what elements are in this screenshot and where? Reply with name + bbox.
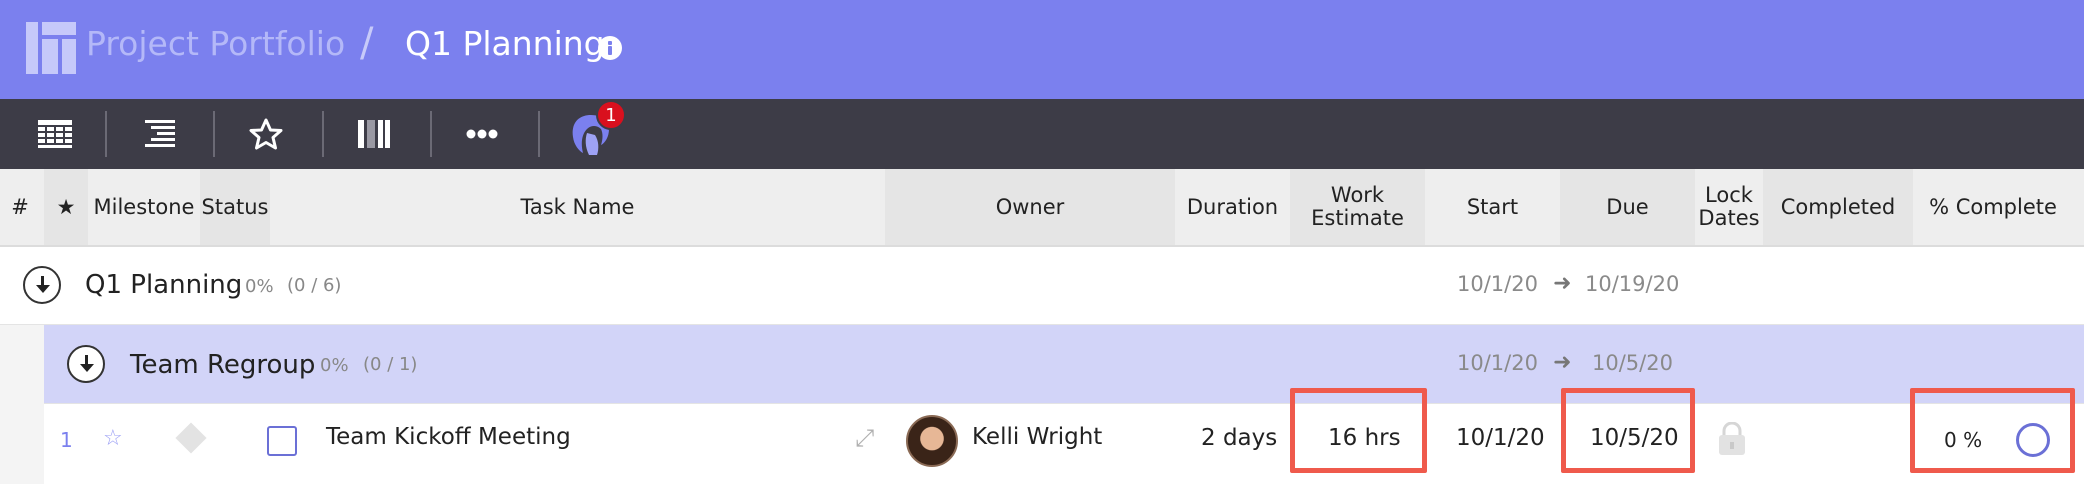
col-duration[interactable]: Duration [1175, 169, 1290, 245]
collapse-project-icon[interactable] [23, 266, 61, 304]
toolbar [0, 99, 2084, 169]
project-start-date: 10/1/20 [1457, 272, 1538, 296]
portfolio-logo-icon [26, 22, 76, 74]
more-button[interactable] [456, 99, 508, 169]
task-due-date[interactable]: 10/5/20 [1590, 425, 1679, 451]
task-percent-complete[interactable]: 0 % [1944, 428, 1982, 452]
toolbar-divider [322, 111, 324, 157]
arrow-right-icon: ➜ [1553, 271, 1572, 296]
col-lock-dates-line2: Dates [1698, 206, 1760, 230]
task-status-checkbox[interactable] [267, 426, 297, 456]
col-owner[interactable]: Owner [885, 169, 1175, 245]
task-work-estimate[interactable]: 16 hrs [1328, 425, 1401, 451]
task-owner[interactable]: Kelli Wright [972, 424, 1102, 450]
group-start-date: 10/1/20 [1457, 351, 1538, 375]
col-completed[interactable]: Completed [1763, 169, 1913, 245]
columns-icon [358, 120, 390, 148]
task-row-number: 1 [60, 428, 73, 452]
page-title: Q1 Planning [405, 24, 605, 63]
group-count: (0 / 1) [363, 354, 418, 375]
group-name[interactable]: Team Regroup [130, 350, 315, 380]
collapse-group-icon[interactable] [67, 345, 105, 383]
project-due-date: 10/19/20 [1585, 272, 1680, 296]
col-work-estimate-line2: Estimate [1311, 206, 1404, 230]
columns-button[interactable] [348, 99, 400, 169]
col-milestone[interactable]: Milestone [88, 169, 200, 245]
col-due[interactable]: Due [1560, 169, 1695, 245]
project-count: (0 / 6) [287, 275, 342, 296]
lock-icon[interactable] [1716, 422, 1748, 456]
col-star[interactable]: ★ [44, 169, 88, 245]
col-lock-dates[interactable]: Lock Dates [1695, 169, 1763, 245]
group-percent: 0% [320, 355, 349, 376]
toolbar-divider [430, 111, 432, 157]
notification-badge[interactable]: 1 [596, 100, 626, 130]
col-start[interactable]: Start [1425, 169, 1560, 245]
task-duration[interactable]: 2 days [1201, 425, 1277, 451]
arrow-right-icon: ➜ [1553, 350, 1572, 375]
toolbar-divider [538, 111, 540, 157]
col-percent-complete[interactable]: % Complete [1913, 169, 2073, 245]
col-work-estimate-line1: Work [1330, 183, 1385, 207]
percent-complete-highlight [1910, 388, 2075, 473]
indent-list-button[interactable] [135, 99, 185, 169]
task-start-date[interactable]: 10/1/20 [1456, 425, 1545, 451]
toolbar-divider [213, 111, 215, 157]
col-lock-dates-line1: Lock [1705, 183, 1753, 207]
col-task-name[interactable]: Task Name [270, 169, 885, 245]
more-icon [466, 129, 498, 139]
col-work-estimate[interactable]: Work Estimate [1290, 169, 1425, 245]
project-name[interactable]: Q1 Planning [85, 270, 242, 300]
task-star-icon[interactable]: ☆ [103, 426, 123, 451]
col-row-number: # [11, 194, 29, 219]
grid-view-icon [38, 120, 72, 148]
star-icon [249, 118, 283, 150]
indent-gutter [0, 325, 44, 484]
column-header-row: # ★ Milestone Status Task Name Owner Dur… [0, 169, 2084, 247]
avatar [906, 415, 958, 467]
info-icon[interactable] [598, 36, 622, 60]
breadcrumb-separator: / [360, 20, 374, 66]
progress-circle-icon[interactable] [2016, 423, 2050, 457]
toolbar-divider [105, 111, 107, 157]
favorite-button[interactable] [240, 99, 292, 169]
col-status[interactable]: Status [200, 169, 270, 245]
group-due-date: 10/5/20 [1592, 351, 1673, 375]
grid-view-button[interactable] [30, 99, 80, 169]
breadcrumb-parent[interactable]: Project Portfolio [86, 24, 345, 63]
expand-icon[interactable]: ⤢ [855, 424, 874, 452]
group-row [44, 325, 2084, 403]
project-percent: 0% [245, 276, 274, 297]
app-header: Project Portfolio / Q1 Planning [0, 0, 2084, 99]
indent-list-icon [145, 120, 175, 147]
task-name[interactable]: Team Kickoff Meeting [326, 424, 571, 450]
